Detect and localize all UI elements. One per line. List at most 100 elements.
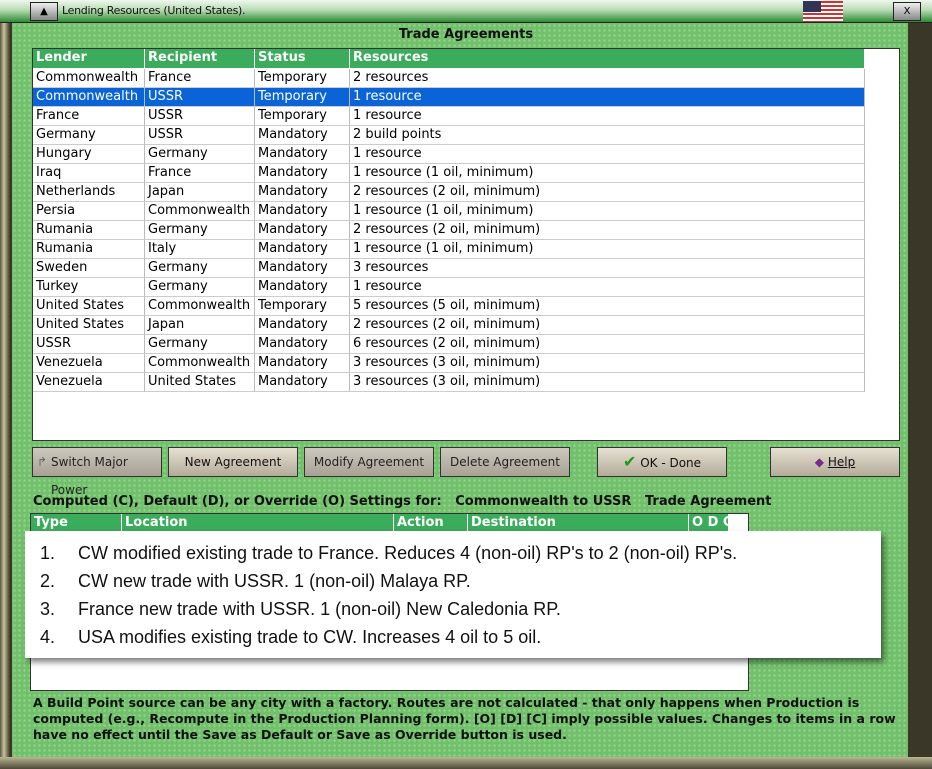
note-text: CW modified existing trade to France. Re…	[78, 543, 738, 563]
table-cell: 3 resources (3 oil, minimum)	[350, 373, 865, 392]
settings-label: Computed (C), Default (D), or Override (…	[33, 494, 772, 509]
table-cell: Mandatory	[255, 354, 350, 373]
table-row[interactable]: Iraq France Mandatory 1 resource (1 oil, mi…	[33, 164, 865, 183]
table-cell: Mandatory	[255, 145, 350, 164]
table-cell: Hungary	[33, 145, 145, 164]
help-book-icon: ◆	[814, 455, 825, 469]
table-cell: Mandatory	[255, 373, 350, 392]
table-cell: Rumania	[33, 240, 145, 259]
new-agreement-button[interactable]: New Agreement	[168, 447, 298, 477]
note-item: 3. France new trade with USSR. 1 (non-oil…	[40, 595, 881, 623]
checkmark-icon: ✔	[622, 452, 637, 471]
table-cell: 1 resource (1 oil, minimum)	[350, 164, 865, 183]
table-cell: Netherlands	[33, 183, 145, 202]
note-text: CW new trade with USSR. 1 (non-oil) Mala…	[78, 571, 471, 591]
settings-subject: Commonwealth to USSR	[455, 494, 632, 509]
table-cell: Germany	[145, 221, 255, 240]
table-cell: Germany	[145, 259, 255, 278]
table-cell: Japan	[145, 316, 255, 335]
table-cell: Mandatory	[255, 126, 350, 145]
table-row[interactable]: Rumania Italy Mandatory 1 resource (1 oil, …	[33, 240, 865, 259]
table-cell: United States	[33, 316, 145, 335]
table-row[interactable]: Venezuela United States Mandatory 3 resourc…	[33, 373, 865, 392]
title-bar: ▲ Lending Resources (United States). X	[0, 0, 932, 23]
us-flag-icon	[803, 1, 843, 22]
note-number: 1.	[40, 543, 56, 563]
window-bottom-border	[0, 757, 932, 769]
table-cell: Commonwealth	[33, 88, 145, 107]
column-header-lender[interactable]: Lender	[33, 49, 145, 68]
table-cell: 1 resource	[350, 145, 865, 164]
table-cell: Commonwealth	[145, 202, 255, 221]
table-row[interactable]: United States Japan Mandatory 2 resources (…	[33, 316, 865, 335]
table-cell: Mandatory	[255, 221, 350, 240]
table-cell: Mandatory	[255, 259, 350, 278]
page-title: Trade Agreements	[398, 27, 534, 42]
switch-major-power-button[interactable]: ↱ Switch Major Power	[32, 447, 162, 497]
note-number: 4.	[40, 627, 56, 647]
table-cell: 2 resources (2 oil, minimum)	[350, 221, 865, 240]
table-cell: Commonwealth	[145, 297, 255, 316]
table-row[interactable]: USSR Germany Mandatory 6 resources (2 oil, …	[33, 335, 865, 354]
table-cell: 2 resources (2 oil, minimum)	[350, 316, 865, 335]
note-number: 2.	[40, 571, 56, 591]
table-cell: 5 resources (5 oil, minimum)	[350, 297, 865, 316]
table-cell: USSR	[145, 126, 255, 145]
table-cell: Mandatory	[255, 202, 350, 221]
table-row[interactable]: Persia Commonwealth Mandatory 1 resource (1…	[33, 202, 865, 221]
table-row[interactable]: Rumania Germany Mandatory 2 resources (2 oi…	[33, 221, 865, 240]
close-button[interactable]: X	[893, 2, 921, 21]
table-cell: Iraq	[33, 164, 145, 183]
table-cell: Temporary	[255, 69, 350, 88]
table-row[interactable]: Commonwealth USSR Temporary 1 resource	[33, 88, 865, 107]
note-item: 4. USA modifies existing trade to CW. Inc…	[40, 623, 881, 651]
column-header-recipient[interactable]: Recipient	[145, 49, 255, 68]
table-cell: Germany	[33, 126, 145, 145]
table-cell: Mandatory	[255, 316, 350, 335]
minimize-button[interactable]: ▲	[30, 2, 58, 21]
ok-done-button[interactable]: ✔ OK - Done	[597, 447, 727, 477]
table-row[interactable]: Turkey Germany Mandatory 1 resource	[33, 278, 865, 297]
trade-agreements-table[interactable]: Lender Recipient Status Resources Common…	[32, 48, 900, 441]
table-cell: Temporary	[255, 88, 350, 107]
table-row[interactable]: Netherlands Japan Mandatory 2 resources (2 …	[33, 183, 865, 202]
note-item: 2. CW new trade with USSR. 1 (non-oil) Ma…	[40, 567, 881, 595]
table-row[interactable]: Venezuela Commonwealth Mandatory 3 resource…	[33, 354, 865, 373]
table-cell: 3 resources	[350, 259, 865, 278]
table-row[interactable]: Commonwealth France Temporary 2 resources	[33, 69, 865, 88]
table-cell: Commonwealth	[33, 69, 145, 88]
switch-icon: ↱	[37, 455, 48, 469]
table-row[interactable]: United States Commonwealth Temporary 5 reso…	[33, 297, 865, 316]
table-cell: 1 resource (1 oil, minimum)	[350, 202, 865, 221]
table-cell: Mandatory	[255, 335, 350, 354]
table-cell: Rumania	[33, 221, 145, 240]
table-cell: Sweden	[33, 259, 145, 278]
table-cell: 3 resources (3 oil, minimum)	[350, 354, 865, 373]
table-cell: 2 build points	[350, 126, 865, 145]
table-cell: 2 resources	[350, 69, 865, 88]
table-cell: Mandatory	[255, 183, 350, 202]
window-title: Lending Resources (United States).	[62, 4, 246, 17]
table-row[interactable]: Hungary Germany Mandatory 1 resource	[33, 145, 865, 164]
table-cell: USSR	[33, 335, 145, 354]
table-cell: Mandatory	[255, 164, 350, 183]
column-header-status[interactable]: Status	[255, 49, 350, 68]
table-cell: Persia	[33, 202, 145, 221]
table-cell: United States	[33, 297, 145, 316]
table-cell: Germany	[145, 145, 255, 164]
table-cell: France	[145, 69, 255, 88]
table-cell: Temporary	[255, 297, 350, 316]
table-cell: Turkey	[33, 278, 145, 297]
note-text: France new trade with USSR. 1 (non-oil) …	[78, 599, 561, 619]
table-row[interactable]: Sweden Germany Mandatory 3 resources	[33, 259, 865, 278]
table-cell: 1 resource	[350, 107, 865, 126]
table-cell: Germany	[145, 335, 255, 354]
table-row[interactable]: France USSR Temporary 1 resource	[33, 107, 865, 126]
table-row[interactable]: Germany USSR Mandatory 2 build points	[33, 126, 865, 145]
column-header-resources[interactable]: Resources	[350, 49, 865, 68]
help-button[interactable]: ◆ Help	[770, 447, 900, 477]
table-cell: Venezuela	[33, 354, 145, 373]
modify-agreement-button[interactable]: Modify Agreement	[304, 447, 434, 477]
delete-agreement-button[interactable]: Delete Agreement	[440, 447, 570, 477]
table-cell: 1 resource	[350, 278, 865, 297]
